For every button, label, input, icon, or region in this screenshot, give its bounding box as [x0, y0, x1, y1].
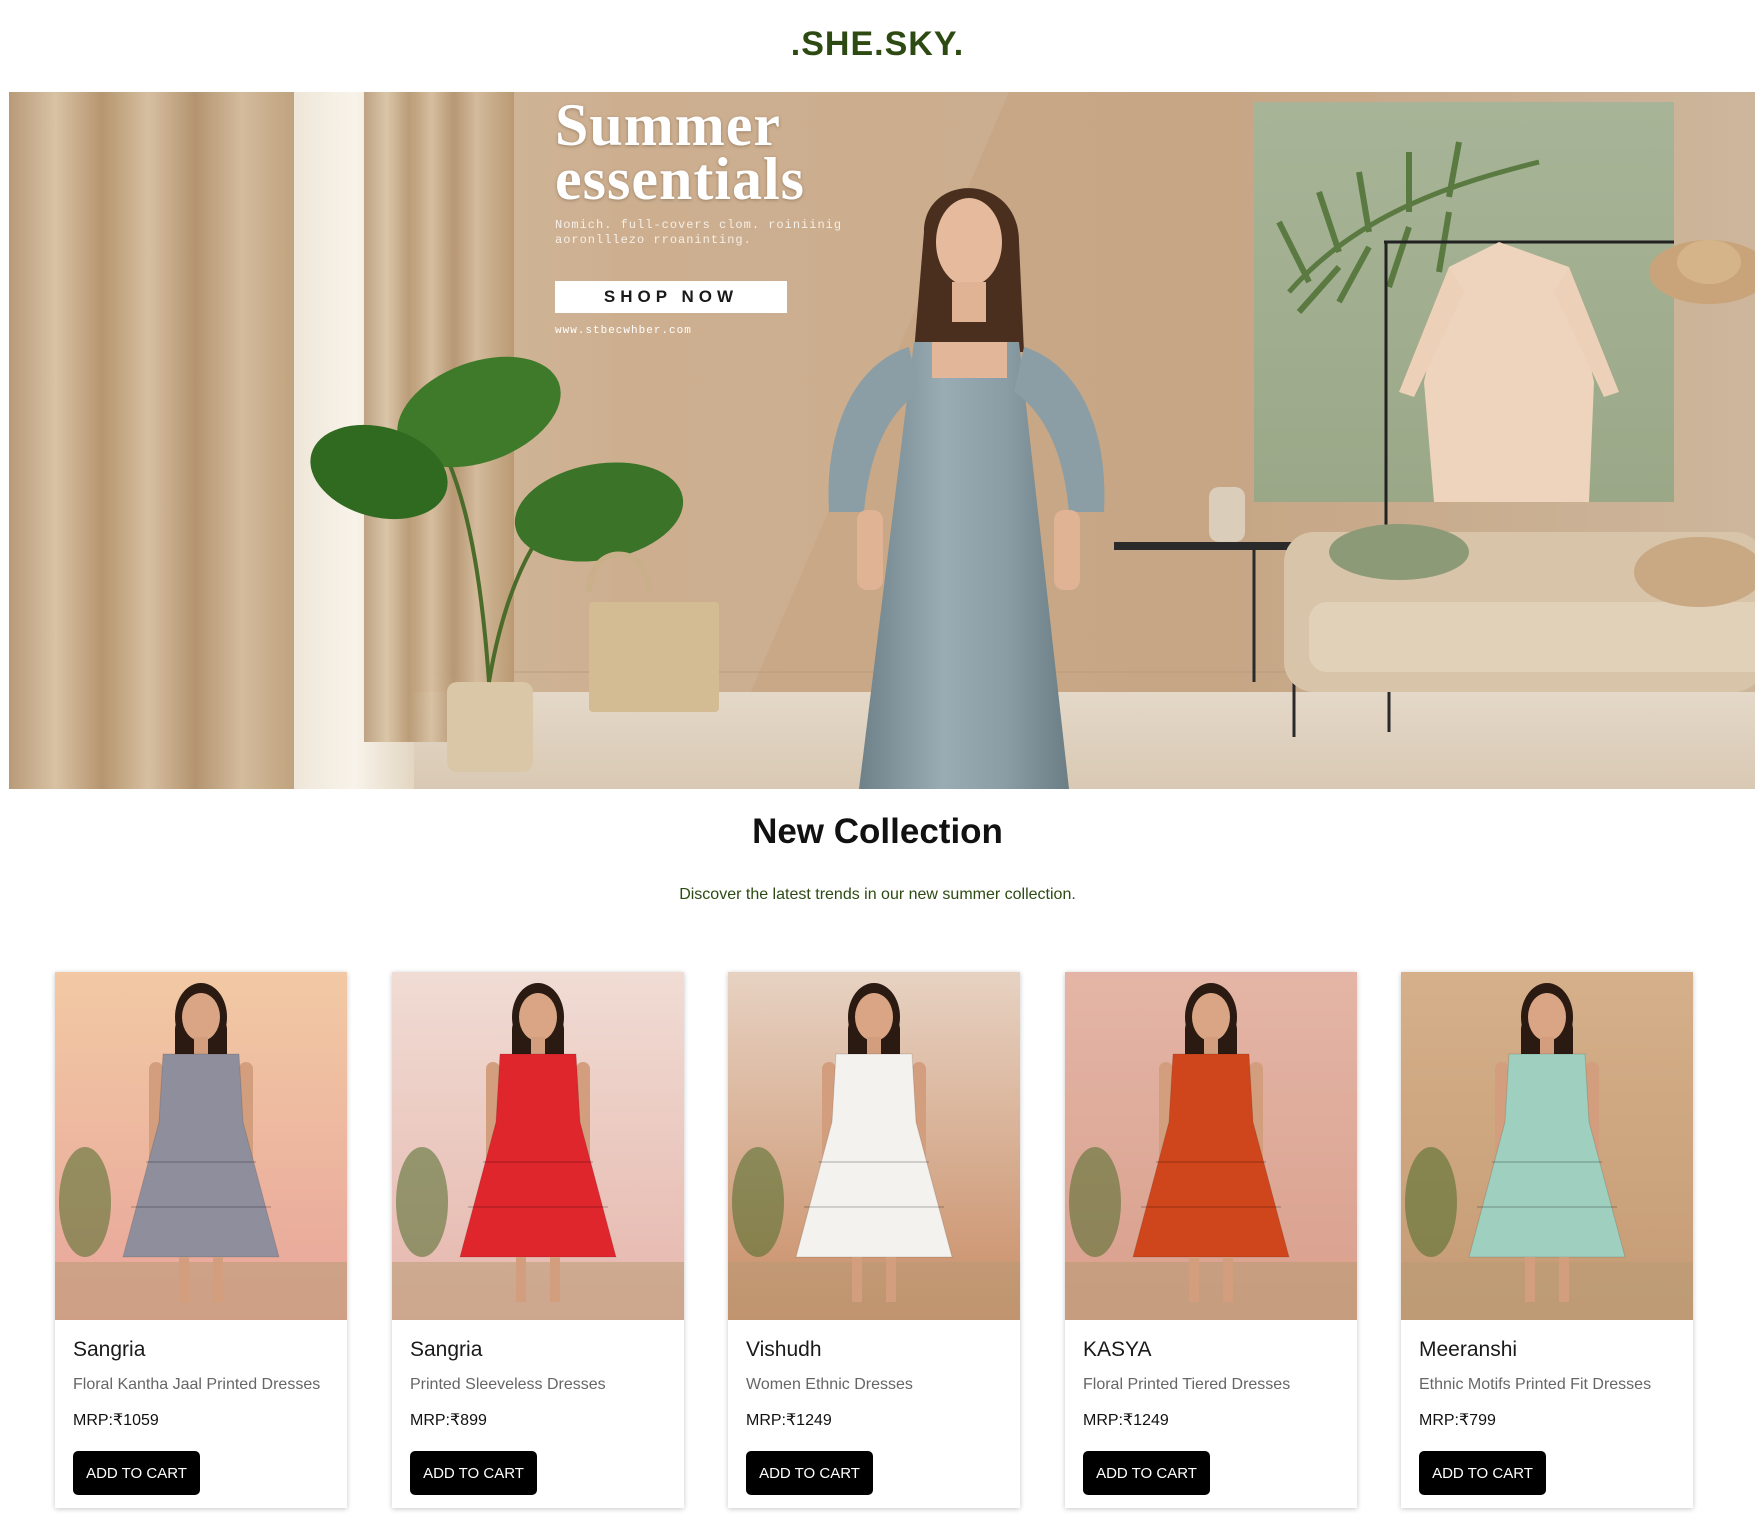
product-brand: Vishudh	[746, 1338, 822, 1361]
add-to-cart-button[interactable]: ADD TO CART	[73, 1451, 200, 1495]
product-image[interactable]	[1401, 972, 1693, 1320]
product-brand: Sangria	[73, 1338, 146, 1361]
product-price: MRP:₹1249	[746, 1412, 832, 1429]
collection-title: New Collection	[752, 812, 1003, 851]
hero-subtitle: Nomich. full-covers clom. roiniinig aoro…	[555, 218, 843, 247]
product-brand: KASYA	[1083, 1338, 1152, 1361]
add-to-cart-button[interactable]: ADD TO CART	[1083, 1451, 1210, 1495]
product-card[interactable]: Sangria Floral Kantha Jaal Printed Dress…	[55, 972, 347, 1508]
collection-subtitle: Discover the latest trends in our new su…	[679, 886, 1076, 903]
hero-title: Summer essentials	[555, 95, 975, 209]
product-price: MRP:₹799	[1419, 1412, 1496, 1429]
product-card[interactable]: Sangria Printed Sleeveless Dresses MRP:₹…	[392, 972, 684, 1508]
product-image[interactable]	[728, 972, 1020, 1320]
product-photo	[55, 972, 347, 1320]
product-price: MRP:₹899	[410, 1412, 487, 1429]
product-card[interactable]: Meeranshi Ethnic Motifs Printed Fit Dres…	[1401, 972, 1693, 1508]
product-image[interactable]	[55, 972, 347, 1320]
product-brand: Sangria	[410, 1338, 483, 1361]
product-grid: Sangria Floral Kantha Jaal Printed Dress…	[55, 972, 1695, 1508]
site-header: .SHE.SKY.	[0, 0, 1755, 92]
product-card[interactable]: Vishudh Women Ethnic Dresses MRP:₹1249 A…	[728, 972, 1020, 1508]
product-price: MRP:₹1059	[73, 1412, 159, 1429]
hero-url: www.stbecwhber.com	[555, 325, 692, 337]
product-photo	[1401, 972, 1693, 1320]
product-photo	[728, 972, 1020, 1320]
hero-text-block: Summer essentials Nomich. full-covers cl…	[555, 95, 975, 248]
product-price: MRP:₹1249	[1083, 1412, 1169, 1429]
product-description: Women Ethnic Dresses	[746, 1376, 913, 1393]
product-card[interactable]: KASYA Floral Printed Tiered Dresses MRP:…	[1065, 972, 1357, 1508]
brand-logo[interactable]: .SHE.SKY.	[791, 25, 964, 64]
product-brand: Meeranshi	[1419, 1338, 1518, 1361]
product-description: Ethnic Motifs Printed Fit Dresses	[1419, 1376, 1652, 1393]
add-to-cart-button[interactable]: ADD TO CART	[410, 1451, 537, 1495]
add-to-cart-button[interactable]: ADD TO CART	[1419, 1451, 1546, 1495]
product-image[interactable]	[1065, 972, 1357, 1320]
product-photo	[392, 972, 684, 1320]
product-description: Printed Sleeveless Dresses	[410, 1376, 606, 1393]
product-description: Floral Printed Tiered Dresses	[1083, 1376, 1291, 1393]
shop-now-button[interactable]: SHOP NOW	[555, 281, 787, 313]
product-description: Floral Kantha Jaal Printed Dresses	[73, 1376, 321, 1393]
add-to-cart-button[interactable]: ADD TO CART	[746, 1451, 873, 1495]
product-photo	[1065, 972, 1357, 1320]
product-image[interactable]	[392, 972, 684, 1320]
hero-title-line2: essentials	[555, 146, 805, 212]
hero-banner[interactable]: Summer essentials Nomich. full-covers cl…	[9, 92, 1755, 789]
